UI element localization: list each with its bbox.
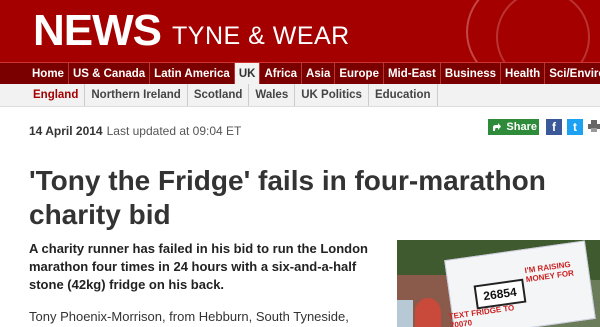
subnav-item-education[interactable]: Education (369, 84, 438, 106)
photo-spectator (397, 300, 413, 327)
region-title[interactable]: TYNE & WEAR (172, 21, 350, 51)
nav-item-asia[interactable]: Asia (302, 63, 336, 85)
brand-logo[interactable]: NEWS (33, 6, 162, 56)
nav-item-africa[interactable]: Africa (260, 63, 303, 85)
share-icon (493, 123, 501, 131)
photo-runner (415, 298, 441, 327)
subnav-item-uk-politics[interactable]: UK Politics (295, 84, 369, 106)
last-updated: Last updated at 09:04 ET (106, 124, 242, 138)
publish-date: 14 April 2014 (29, 124, 103, 138)
article-body: Tony Phoenix-Morrison, from Hebburn, Sou… (29, 309, 349, 324)
nav-item-uk[interactable]: UK (234, 63, 261, 85)
nav-item-health[interactable]: Health (501, 63, 546, 85)
share-button[interactable]: Share (488, 119, 539, 135)
share-label: Share (506, 121, 537, 133)
nav-item-us-canada[interactable]: US & Canada (69, 63, 151, 85)
sub-nav: England Northern Ireland Scotland Wales UK P… (0, 84, 600, 107)
nav-item-sci-enviro[interactable]: Sci/Enviro (545, 63, 600, 85)
subnav-item-england[interactable]: England (27, 84, 86, 106)
subnav-item-scotland[interactable]: Scotland (188, 84, 250, 106)
subnav-item-wales[interactable]: Wales (249, 84, 296, 106)
article-summary: A charity runner has failed in his bid t… (29, 241, 368, 292)
article-headline: 'Tony the Fridge' fails in four-marathon… (29, 165, 546, 230)
printer-glyph (588, 120, 600, 132)
nav-item-mid-east[interactable]: Mid-East (384, 63, 441, 85)
article-photo: 26854 I'M RAISING MONEY FOR TEXT FRIDGE … (397, 240, 600, 327)
masthead: NEWS TYNE & WEAR (0, 0, 600, 62)
masthead-decoration (496, 0, 590, 62)
print-icon[interactable] (588, 119, 600, 135)
facebook-icon[interactable]: f (546, 119, 562, 135)
nav-item-latin-america[interactable]: Latin America (150, 63, 235, 85)
nav-item-home[interactable]: Home (28, 63, 69, 85)
main-nav: Home US & Canada Latin America UK Africa Asia… (0, 62, 600, 85)
nav-item-business[interactable]: Business (441, 63, 502, 85)
subnav-item-northern-ireland[interactable]: Northern Ireland (85, 84, 188, 106)
twitter-icon[interactable]: t (567, 119, 583, 135)
nav-item-europe[interactable]: Europe (335, 63, 384, 85)
article-meta: 14 April 2014 Last updated at 09:04 ET (29, 124, 241, 138)
